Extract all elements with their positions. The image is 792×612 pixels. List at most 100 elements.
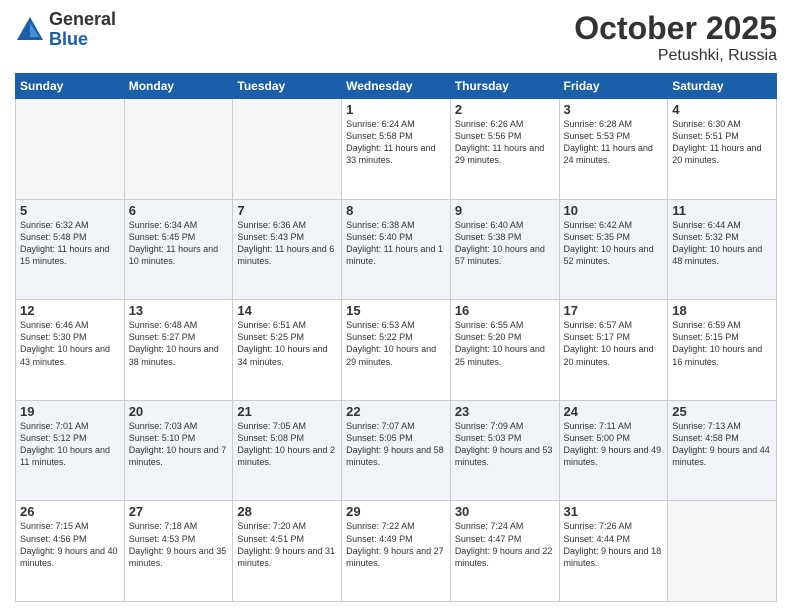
day-number: 2 (455, 102, 555, 117)
day-info: Sunrise: 6:32 AM Sunset: 5:48 PM Dayligh… (20, 219, 120, 268)
day-number: 21 (237, 404, 337, 419)
logo-text: General Blue (49, 10, 116, 50)
day-info: Sunrise: 6:40 AM Sunset: 5:38 PM Dayligh… (455, 219, 555, 268)
day-info: Sunrise: 6:30 AM Sunset: 5:51 PM Dayligh… (672, 118, 772, 167)
calendar-day-cell: 25Sunrise: 7:13 AM Sunset: 4:58 PM Dayli… (668, 400, 777, 501)
day-info: Sunrise: 7:01 AM Sunset: 5:12 PM Dayligh… (20, 420, 120, 469)
calendar-day-cell: 3Sunrise: 6:28 AM Sunset: 5:53 PM Daylig… (559, 99, 668, 200)
weekday-header: Tuesday (233, 74, 342, 99)
header: General Blue October 2025 Petushki, Russ… (15, 10, 777, 65)
day-info: Sunrise: 7:07 AM Sunset: 5:05 PM Dayligh… (346, 420, 446, 469)
day-info: Sunrise: 6:48 AM Sunset: 5:27 PM Dayligh… (129, 319, 229, 368)
calendar-day-cell: 6Sunrise: 6:34 AM Sunset: 5:45 PM Daylig… (124, 199, 233, 300)
day-number: 24 (564, 404, 664, 419)
calendar-week-row: 5Sunrise: 6:32 AM Sunset: 5:48 PM Daylig… (16, 199, 777, 300)
calendar-day-cell: 28Sunrise: 7:20 AM Sunset: 4:51 PM Dayli… (233, 501, 342, 602)
day-number: 3 (564, 102, 664, 117)
day-info: Sunrise: 7:24 AM Sunset: 4:47 PM Dayligh… (455, 520, 555, 569)
calendar-day-cell: 1Sunrise: 6:24 AM Sunset: 5:58 PM Daylig… (342, 99, 451, 200)
calendar-day-cell: 23Sunrise: 7:09 AM Sunset: 5:03 PM Dayli… (450, 400, 559, 501)
calendar-day-cell: 30Sunrise: 7:24 AM Sunset: 4:47 PM Dayli… (450, 501, 559, 602)
day-number: 19 (20, 404, 120, 419)
calendar-day-cell: 14Sunrise: 6:51 AM Sunset: 5:25 PM Dayli… (233, 300, 342, 401)
day-info: Sunrise: 6:34 AM Sunset: 5:45 PM Dayligh… (129, 219, 229, 268)
calendar-week-row: 1Sunrise: 6:24 AM Sunset: 5:58 PM Daylig… (16, 99, 777, 200)
calendar-day-cell (16, 99, 125, 200)
day-info: Sunrise: 7:11 AM Sunset: 5:00 PM Dayligh… (564, 420, 664, 469)
calendar-day-cell: 18Sunrise: 6:59 AM Sunset: 5:15 PM Dayli… (668, 300, 777, 401)
calendar-day-cell: 2Sunrise: 6:26 AM Sunset: 5:56 PM Daylig… (450, 99, 559, 200)
day-info: Sunrise: 6:44 AM Sunset: 5:32 PM Dayligh… (672, 219, 772, 268)
day-info: Sunrise: 7:20 AM Sunset: 4:51 PM Dayligh… (237, 520, 337, 569)
calendar-day-cell: 11Sunrise: 6:44 AM Sunset: 5:32 PM Dayli… (668, 199, 777, 300)
day-number: 17 (564, 303, 664, 318)
day-number: 23 (455, 404, 555, 419)
weekday-header: Monday (124, 74, 233, 99)
weekday-header: Saturday (668, 74, 777, 99)
day-number: 28 (237, 504, 337, 519)
calendar-day-cell: 7Sunrise: 6:36 AM Sunset: 5:43 PM Daylig… (233, 199, 342, 300)
day-info: Sunrise: 6:42 AM Sunset: 5:35 PM Dayligh… (564, 219, 664, 268)
day-number: 15 (346, 303, 446, 318)
day-number: 14 (237, 303, 337, 318)
logo: General Blue (15, 10, 116, 50)
day-info: Sunrise: 7:22 AM Sunset: 4:49 PM Dayligh… (346, 520, 446, 569)
calendar-day-cell: 20Sunrise: 7:03 AM Sunset: 5:10 PM Dayli… (124, 400, 233, 501)
weekday-header-row: SundayMondayTuesdayWednesdayThursdayFrid… (16, 74, 777, 99)
day-info: Sunrise: 7:18 AM Sunset: 4:53 PM Dayligh… (129, 520, 229, 569)
day-info: Sunrise: 6:38 AM Sunset: 5:40 PM Dayligh… (346, 219, 446, 268)
day-number: 5 (20, 203, 120, 218)
day-number: 6 (129, 203, 229, 218)
day-number: 7 (237, 203, 337, 218)
calendar-day-cell (233, 99, 342, 200)
calendar-week-row: 12Sunrise: 6:46 AM Sunset: 5:30 PM Dayli… (16, 300, 777, 401)
calendar-day-cell: 31Sunrise: 7:26 AM Sunset: 4:44 PM Dayli… (559, 501, 668, 602)
day-info: Sunrise: 6:57 AM Sunset: 5:17 PM Dayligh… (564, 319, 664, 368)
day-number: 1 (346, 102, 446, 117)
day-info: Sunrise: 6:51 AM Sunset: 5:25 PM Dayligh… (237, 319, 337, 368)
day-number: 9 (455, 203, 555, 218)
day-info: Sunrise: 7:13 AM Sunset: 4:58 PM Dayligh… (672, 420, 772, 469)
day-info: Sunrise: 6:53 AM Sunset: 5:22 PM Dayligh… (346, 319, 446, 368)
day-number: 22 (346, 404, 446, 419)
calendar-table: SundayMondayTuesdayWednesdayThursdayFrid… (15, 73, 777, 602)
title-area: October 2025 Petushki, Russia (574, 10, 777, 65)
day-info: Sunrise: 6:28 AM Sunset: 5:53 PM Dayligh… (564, 118, 664, 167)
calendar-day-cell: 21Sunrise: 7:05 AM Sunset: 5:08 PM Dayli… (233, 400, 342, 501)
calendar-day-cell: 27Sunrise: 7:18 AM Sunset: 4:53 PM Dayli… (124, 501, 233, 602)
calendar-week-row: 19Sunrise: 7:01 AM Sunset: 5:12 PM Dayli… (16, 400, 777, 501)
day-info: Sunrise: 7:09 AM Sunset: 5:03 PM Dayligh… (455, 420, 555, 469)
calendar-day-cell: 9Sunrise: 6:40 AM Sunset: 5:38 PM Daylig… (450, 199, 559, 300)
calendar-day-cell: 19Sunrise: 7:01 AM Sunset: 5:12 PM Dayli… (16, 400, 125, 501)
day-info: Sunrise: 6:24 AM Sunset: 5:58 PM Dayligh… (346, 118, 446, 167)
calendar-day-cell: 15Sunrise: 6:53 AM Sunset: 5:22 PM Dayli… (342, 300, 451, 401)
day-info: Sunrise: 7:26 AM Sunset: 4:44 PM Dayligh… (564, 520, 664, 569)
month-title: October 2025 (574, 10, 777, 47)
day-number: 27 (129, 504, 229, 519)
day-info: Sunrise: 7:05 AM Sunset: 5:08 PM Dayligh… (237, 420, 337, 469)
day-number: 12 (20, 303, 120, 318)
calendar-day-cell: 22Sunrise: 7:07 AM Sunset: 5:05 PM Dayli… (342, 400, 451, 501)
logo-general: General (49, 10, 116, 30)
calendar-day-cell: 4Sunrise: 6:30 AM Sunset: 5:51 PM Daylig… (668, 99, 777, 200)
day-info: Sunrise: 6:26 AM Sunset: 5:56 PM Dayligh… (455, 118, 555, 167)
day-number: 30 (455, 504, 555, 519)
calendar-day-cell: 13Sunrise: 6:48 AM Sunset: 5:27 PM Dayli… (124, 300, 233, 401)
calendar-day-cell (124, 99, 233, 200)
calendar-day-cell: 12Sunrise: 6:46 AM Sunset: 5:30 PM Dayli… (16, 300, 125, 401)
weekday-header: Friday (559, 74, 668, 99)
logo-icon (15, 15, 45, 45)
logo-blue: Blue (49, 30, 116, 50)
day-number: 11 (672, 203, 772, 218)
day-info: Sunrise: 6:55 AM Sunset: 5:20 PM Dayligh… (455, 319, 555, 368)
calendar-day-cell: 5Sunrise: 6:32 AM Sunset: 5:48 PM Daylig… (16, 199, 125, 300)
location: Petushki, Russia (574, 47, 777, 65)
weekday-header: Sunday (16, 74, 125, 99)
day-number: 13 (129, 303, 229, 318)
day-number: 8 (346, 203, 446, 218)
calendar-day-cell: 26Sunrise: 7:15 AM Sunset: 4:56 PM Dayli… (16, 501, 125, 602)
calendar-day-cell: 8Sunrise: 6:38 AM Sunset: 5:40 PM Daylig… (342, 199, 451, 300)
weekday-header: Wednesday (342, 74, 451, 99)
day-info: Sunrise: 6:36 AM Sunset: 5:43 PM Dayligh… (237, 219, 337, 268)
day-number: 16 (455, 303, 555, 318)
